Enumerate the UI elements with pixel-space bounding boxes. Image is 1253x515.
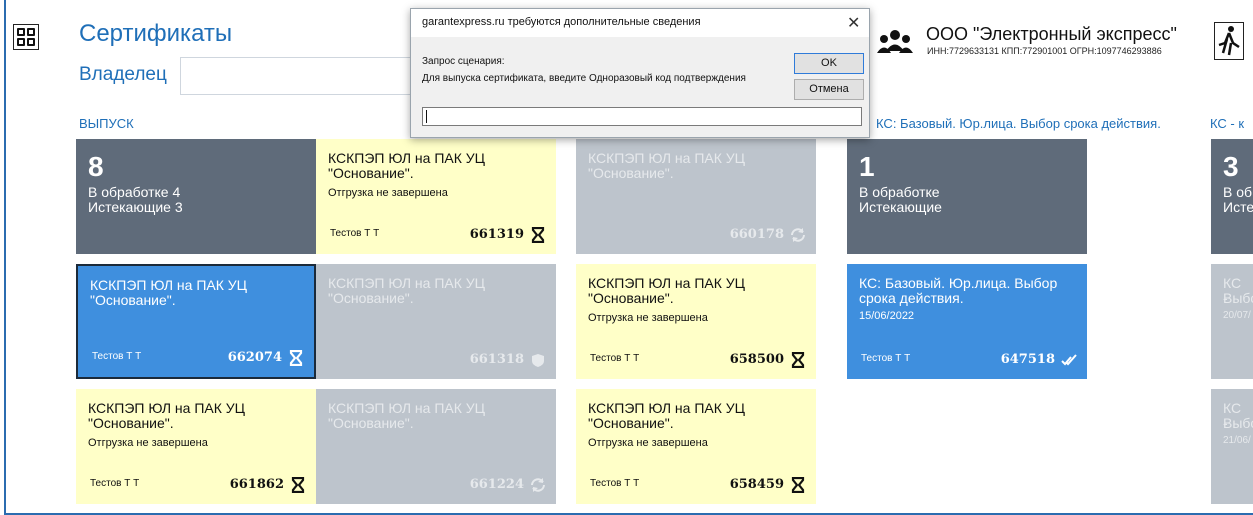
certificate-tile-661319[interactable]: КСКПЭП ЮЛ на ПАК УЦ "Основание". Отгрузк… (316, 139, 556, 254)
exit-icon[interactable] (1214, 22, 1244, 60)
ok-button[interactable]: OK (794, 53, 864, 74)
app-grid-icon[interactable] (13, 24, 39, 50)
tile-owner: Тестов Т Т (861, 353, 911, 364)
tile-title: КС: Базовый. Юр.лица. Выбор срока действ… (859, 275, 1058, 306)
hourglass-icon (289, 350, 303, 366)
tile-number: 660178 (729, 227, 784, 242)
sync-icon (531, 478, 545, 492)
tile-number: 661224 (469, 477, 524, 492)
certificate-tile-662074[interactable]: КСКПЭП ЮЛ на ПАК УЦ "Основание". Тестов … (76, 264, 316, 379)
summary-tile-issue[interactable]: 8 В обработке 4 Истекающие 3 (76, 139, 316, 254)
certificate-tile-661862[interactable]: КСКПЭП ЮЛ на ПАК УЦ "Основание". Отгрузк… (76, 389, 316, 504)
tile-date: 21/06/ (1223, 435, 1251, 446)
confirmation-code-input[interactable] (422, 107, 862, 126)
certificate-tile-right-1[interactable]: КС - Выбо 20/07/ (1211, 264, 1253, 379)
tile-status: Отгрузка не завершена (88, 437, 208, 449)
certificate-tile-right-2[interactable]: КС - Выбо 21/06/ (1211, 389, 1253, 504)
owner-input[interactable] (180, 57, 410, 95)
dialog-label: Запрос сценария: (422, 56, 505, 67)
organization-name[interactable]: ООО "Электронный экспресс" (926, 24, 1177, 45)
dialog-message: Для выпуска сертификата, введите Однораз… (422, 73, 746, 84)
tile-title: КСКПЭП ЮЛ на ПАК УЦ "Основание". (588, 400, 746, 431)
tile-title: КСКПЭП ЮЛ на ПАК УЦ "Основание". (588, 150, 746, 181)
summary-count: 8 (88, 151, 104, 182)
tile-title: КСКПЭП ЮЛ на ПАК УЦ "Основание". (328, 275, 486, 306)
tile-owner: Тестов Т Т (90, 478, 140, 489)
tile-status: Отгрузка не завершена (328, 187, 448, 199)
prompt-dialog: garantexpress.ru требуются дополнительны… (410, 8, 870, 138)
tile-number: 661318 (469, 352, 524, 367)
organization-details: ИНН:7729633131 КПП:772901001 ОГРН:109774… (927, 46, 1162, 56)
tile-title: КСКПЭП ЮЛ на ПАК УЦ "Основание". (90, 277, 248, 308)
tile-number: 662074 (227, 350, 282, 365)
hourglass-icon (291, 477, 305, 493)
tile-status: Отгрузка не завершена (588, 437, 708, 449)
summary-tile-ks-basic[interactable]: 1 В обработке Истекающие (847, 139, 1087, 254)
certificate-tile-661224[interactable]: КСКПЭП ЮЛ на ПАК УЦ "Основание". 661224 (316, 389, 556, 504)
summary-expiring: Истекающие 3 (88, 199, 183, 215)
section-title-issue: ВЫПУСК (79, 116, 134, 131)
certificate-tile-647518[interactable]: КС: Базовый. Юр.лица. Выбор срока действ… (847, 264, 1087, 379)
summary-processing: В обработке (859, 184, 940, 200)
tile-owner: Тестов Т Т (92, 351, 142, 362)
hourglass-icon (791, 352, 805, 368)
certificate-tile-660178[interactable]: КСКПЭП ЮЛ на ПАК УЦ "Основание". 660178 (576, 139, 816, 254)
summary-processing: В об (1223, 184, 1253, 200)
tile-title: КСКПЭП ЮЛ на ПАК УЦ "Основание". (588, 275, 746, 306)
summary-count: 3 (1223, 151, 1239, 182)
tile-title: КСКПЭП ЮЛ на ПАК УЦ "Основание". (328, 150, 486, 181)
tile-title-line2: Выбо (1223, 290, 1253, 306)
dialog-title: garantexpress.ru требуются дополнительны… (422, 16, 701, 28)
summary-tile-ks-right[interactable]: 3 В об Исте (1211, 139, 1253, 254)
tile-status: Отгрузка не завершена (588, 312, 708, 324)
hourglass-icon (531, 227, 545, 243)
tile-title: КСКПЭП ЮЛ на ПАК УЦ "Основание". (328, 400, 486, 431)
tile-number: 658500 (729, 352, 784, 367)
tile-date: 15/06/2022 (859, 310, 915, 322)
tile-title-line2: Выбо (1223, 415, 1253, 431)
summary-count: 1 (859, 151, 875, 182)
tile-number: 661862 (229, 477, 284, 492)
tile-date: 20/07/ (1223, 310, 1251, 321)
section-title-ks-right: КС - к (1210, 116, 1245, 131)
page-title: Сертификаты (79, 20, 233, 47)
shield-icon (532, 354, 544, 367)
window-left-border (4, 0, 6, 515)
certificate-tile-658500[interactable]: КСКПЭП ЮЛ на ПАК УЦ "Основание". Отгрузк… (576, 264, 816, 379)
cancel-button[interactable]: Отмена (794, 79, 864, 100)
double-check-icon (1061, 354, 1077, 366)
summary-processing: В обработке 4 (88, 184, 181, 200)
tile-owner: Тестов Т Т (330, 228, 380, 239)
tile-owner: Тестов Т Т (590, 478, 640, 489)
tile-number: 658459 (729, 477, 784, 492)
tile-title: КСКПЭП ЮЛ на ПАК УЦ "Основание". (88, 400, 246, 431)
sync-icon (791, 228, 805, 242)
organization-users-icon (877, 30, 913, 53)
tile-owner: Тестов Т Т (590, 353, 640, 364)
tile-number: 647518 (1000, 352, 1055, 367)
owner-label: Владелец (79, 64, 167, 85)
summary-expiring: Истекающие (859, 199, 942, 215)
section-title-ks-basic: КС: Базовый. Юр.лица. Выбор срока действ… (876, 116, 1161, 131)
certificate-tile-661318[interactable]: КСКПЭП ЮЛ на ПАК УЦ "Основание". 661318 (316, 264, 556, 379)
hourglass-icon (791, 477, 805, 493)
summary-expiring: Исте (1223, 199, 1253, 215)
certificate-tile-658459[interactable]: КСКПЭП ЮЛ на ПАК УЦ "Основание". Отгрузк… (576, 389, 816, 504)
close-icon[interactable]: ✕ (847, 13, 860, 33)
text-caret (426, 110, 427, 123)
tile-number: 661319 (469, 227, 524, 242)
